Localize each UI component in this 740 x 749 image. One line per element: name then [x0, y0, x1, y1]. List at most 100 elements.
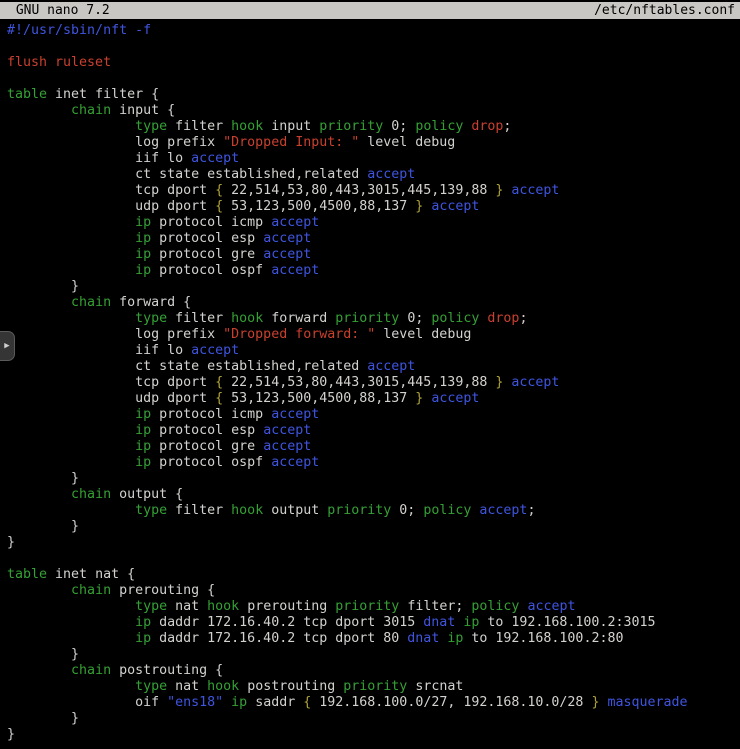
code-token — [7, 487, 71, 502]
code-line: ct state established,related accept — [7, 359, 740, 375]
code-token: "Dropped forward: " — [223, 327, 375, 342]
nano-titlebar: GNU nano 7.2 /etc/nftables.conf — [0, 2, 740, 19]
code-token — [7, 103, 71, 118]
code-token: ; — [519, 311, 527, 326]
code-token — [7, 615, 135, 630]
code-token — [7, 631, 135, 646]
code-token: protocol gre — [151, 439, 263, 454]
code-token: protocol gre — [151, 247, 263, 262]
code-token: input { — [111, 103, 175, 118]
code-token — [7, 247, 135, 262]
code-token: ip — [135, 439, 151, 454]
code-token: ip — [135, 407, 151, 422]
code-token: ip — [135, 247, 151, 262]
code-token: ip — [135, 423, 151, 438]
code-line: chain forward { — [7, 295, 740, 311]
code-token — [7, 455, 135, 470]
code-token: hook — [231, 311, 263, 326]
code-token: daddr 172.16.40.2 tcp dport 3015 — [151, 615, 423, 630]
code-line: type filter hook output priority 0; poli… — [7, 503, 740, 519]
code-line: iif lo accept — [7, 151, 740, 167]
code-token: accept — [263, 247, 311, 262]
code-line: udp dport { 53,123,500,4500,88,137 } acc… — [7, 391, 740, 407]
code-token: priority — [335, 311, 399, 326]
editor-buffer[interactable]: #!/usr/sbin/nft -fflush rulesettable ine… — [7, 23, 740, 749]
code-line: ip daddr 172.16.40.2 tcp dport 80 dnat i… — [7, 631, 740, 647]
code-token — [7, 583, 71, 598]
code-token: ip — [135, 215, 151, 230]
code-token — [7, 119, 135, 134]
code-token: ip — [135, 263, 151, 278]
code-token: { — [215, 391, 223, 406]
code-line: ip protocol gre accept — [7, 439, 740, 455]
code-token: ip — [135, 231, 151, 246]
code-token: policy — [471, 599, 519, 614]
code-line: chain output { — [7, 487, 740, 503]
code-token: nat — [167, 679, 207, 694]
code-line: chain input { — [7, 103, 740, 119]
code-token: dnat — [407, 631, 439, 646]
code-token: accept — [479, 503, 527, 518]
code-token: chain — [71, 663, 111, 678]
code-token: tcp dport — [7, 375, 215, 390]
side-panel-toggle[interactable]: ▶ — [0, 331, 15, 361]
code-token: ct state established,related — [7, 359, 367, 374]
code-token: accept — [271, 455, 319, 470]
code-token — [7, 439, 135, 454]
code-token: 53,123,500,4500,88,137 — [223, 391, 415, 406]
code-token: filter — [167, 311, 231, 326]
code-token: priority — [343, 679, 407, 694]
code-line: tcp dport { 22,514,53,80,443,3015,445,13… — [7, 375, 740, 391]
code-token: } — [7, 471, 79, 486]
code-token: 192.168.100.0/27, 192.168.10.0/28 — [311, 695, 591, 710]
code-token: priority — [335, 599, 399, 614]
code-token: prerouting { — [111, 583, 215, 598]
code-token: iif lo — [7, 151, 191, 166]
code-line: log prefix "Dropped forward: " level deb… — [7, 327, 740, 343]
code-token: } — [7, 535, 15, 550]
code-token: srcnat — [407, 679, 463, 694]
code-token: chain — [71, 487, 111, 502]
code-token: accept — [271, 263, 319, 278]
code-token — [7, 263, 135, 278]
code-token: ip — [231, 695, 247, 710]
code-line: } — [7, 727, 740, 743]
code-line: ip daddr 172.16.40.2 tcp dport 3015 dnat… — [7, 615, 740, 631]
code-line: ip protocol esp accept — [7, 231, 740, 247]
code-line: tcp dport { 22,514,53,80,443,3015,445,13… — [7, 183, 740, 199]
code-line: } — [7, 471, 740, 487]
code-token: #!/usr/sbin/nft -f — [7, 23, 151, 38]
chevron-right-icon: ▶ — [4, 342, 9, 351]
code-line: ip protocol esp accept — [7, 423, 740, 439]
code-token: accept — [367, 167, 415, 182]
code-token: to 192.168.100.2:3015 — [479, 615, 655, 630]
code-token: forward — [263, 311, 335, 326]
code-token: inet nat { — [47, 567, 135, 582]
code-token: policy — [431, 311, 479, 326]
code-line: chain prerouting { — [7, 583, 740, 599]
code-token: protocol icmp — [151, 407, 271, 422]
code-token — [7, 231, 135, 246]
code-line — [7, 39, 740, 55]
code-token: { — [215, 199, 223, 214]
code-token: output — [263, 503, 327, 518]
code-token: accept — [431, 391, 479, 406]
code-line: udp dport { 53,123,500,4500,88,137 } acc… — [7, 199, 740, 215]
code-token — [7, 599, 135, 614]
code-token — [223, 695, 231, 710]
code-token — [7, 679, 135, 694]
code-token: ; — [527, 503, 535, 518]
code-token: "ens18" — [167, 695, 223, 710]
code-token: tcp dport — [7, 183, 215, 198]
code-token: } — [7, 711, 79, 726]
code-token: inet filter { — [47, 87, 159, 102]
code-token: protocol esp — [151, 231, 263, 246]
code-token: forward { — [111, 295, 191, 310]
code-line: type nat hook postrouting priority srcna… — [7, 679, 740, 695]
code-token: saddr — [247, 695, 303, 710]
code-token: accept — [263, 231, 311, 246]
code-token: 0; — [383, 119, 415, 134]
code-token: 0; — [391, 503, 423, 518]
code-token — [7, 423, 135, 438]
code-line: ip protocol gre accept — [7, 247, 740, 263]
